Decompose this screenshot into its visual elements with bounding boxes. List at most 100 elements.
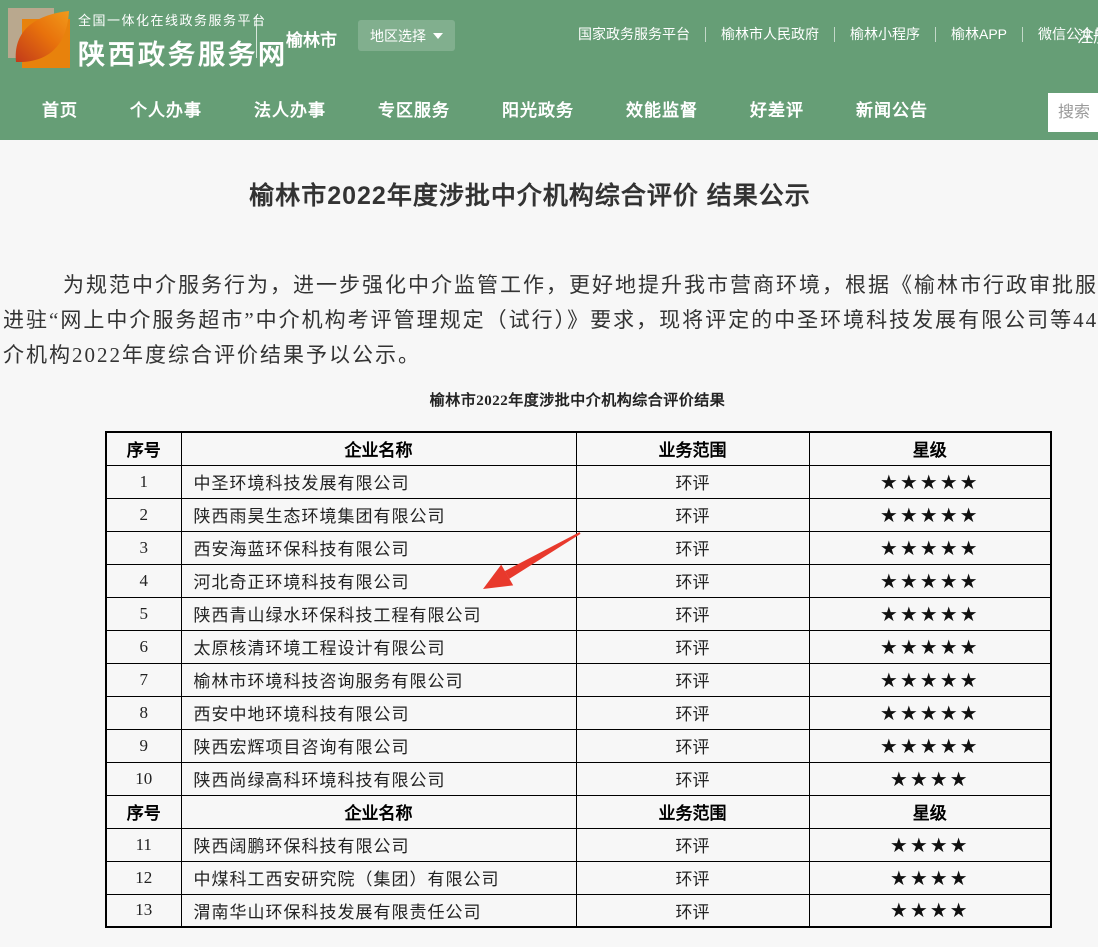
table-row: 11陕西阔鹏环保科技有限公司环评★★★★	[106, 828, 1051, 861]
cell-star-rating: ★★★★★	[809, 597, 1051, 630]
register-link[interactable]: 注册	[1077, 23, 1098, 47]
cell-company-name: 中圣环境科技发展有限公司	[181, 465, 576, 498]
column-header: 序号	[106, 795, 181, 828]
cell-star-rating: ★★★★★	[809, 696, 1051, 729]
table-row: 8西安中地环境科技有限公司环评★★★★★	[106, 696, 1051, 729]
search-input[interactable]	[1048, 93, 1098, 132]
cell-company-name: 陕西阔鹏环保科技有限公司	[181, 828, 576, 861]
region-selector-label: 地区选择	[370, 26, 426, 46]
cell-star-rating: ★★★★★	[809, 564, 1051, 597]
cell-index: 12	[106, 861, 181, 894]
main-nav: 首页 个人办事 法人办事 专区服务 阳光政务 效能监督 好差评 新闻公告	[42, 96, 928, 121]
cell-company-name: 陕西雨昊生态环境集团有限公司	[181, 498, 576, 531]
nav-legal-services[interactable]: 法人办事	[254, 96, 326, 121]
cell-index: 9	[106, 729, 181, 762]
cell-star-rating: ★★★★★	[809, 498, 1051, 531]
column-header: 业务范围	[576, 795, 809, 828]
cell-company-name: 河北奇正环境科技有限公司	[181, 564, 576, 597]
cell-star-rating: ★★★★★	[809, 531, 1051, 564]
table-row: 1中圣环境科技发展有限公司环评★★★★★	[106, 465, 1051, 498]
link-city-government[interactable]: 榆林市人民政府	[721, 24, 819, 44]
page-title: 榆林市2022年度涉批中介机构综合评价 结果公示	[0, 176, 1060, 212]
cell-business-scope: 环评	[576, 729, 809, 762]
brand-divider	[256, 16, 257, 58]
cell-star-rating: ★★★★★	[809, 630, 1051, 663]
cell-company-name: 榆林市环境科技咨询服务有限公司	[181, 663, 576, 696]
paragraph-line: 介机构2022年度综合评价结果予以公示。	[3, 338, 1098, 373]
cell-business-scope: 环评	[576, 663, 809, 696]
site-header: 全国一体化在线政务服务平台 陕西政务服务网 榆林市 地区选择 国家政务服务平台 …	[0, 0, 1098, 140]
results-table-body: 序号企业名称业务范围星级1中圣环境科技发展有限公司环评★★★★★2陕西雨昊生态环…	[106, 432, 1051, 927]
column-header: 星级	[809, 432, 1051, 465]
column-header: 星级	[809, 795, 1051, 828]
cell-index: 5	[106, 597, 181, 630]
link-separator	[1022, 27, 1023, 42]
table-row: 3西安海蓝环保科技有限公司环评★★★★★	[106, 531, 1051, 564]
cell-business-scope: 环评	[576, 861, 809, 894]
announcement-paragraph: 为规范中介服务行为，进一步强化中介监管工作，更好地提升我市营商环境，根据《榆林市…	[3, 268, 1098, 373]
nav-news[interactable]: 新闻公告	[856, 96, 928, 121]
column-header: 业务范围	[576, 432, 809, 465]
column-header: 序号	[106, 432, 181, 465]
nav-rating[interactable]: 好差评	[750, 96, 804, 121]
nav-efficiency-supervision[interactable]: 效能监督	[626, 96, 698, 121]
cell-index: 4	[106, 564, 181, 597]
nav-personal-services[interactable]: 个人办事	[130, 96, 202, 121]
cell-business-scope: 环评	[576, 696, 809, 729]
cell-company-name: 中煤科工西安研究院（集团）有限公司	[181, 861, 576, 894]
cell-star-rating: ★★★★★	[809, 663, 1051, 696]
column-header: 企业名称	[181, 432, 576, 465]
cell-star-rating: ★★★★	[809, 861, 1051, 894]
paragraph-line: 为规范中介服务行为，进一步强化中介监管工作，更好地提升我市营商环境，根据《榆林市…	[3, 268, 1098, 303]
results-table-wrapper: 序号企业名称业务范围星级1中圣环境科技发展有限公司环评★★★★★2陕西雨昊生态环…	[105, 431, 1052, 928]
link-app[interactable]: 榆林APP	[951, 24, 1007, 44]
cell-company-name: 渭南华山环保科技发展有限责任公司	[181, 894, 576, 927]
table-row: 5陕西青山绿水环保科技工程有限公司环评★★★★★	[106, 597, 1051, 630]
cell-star-rating: ★★★★	[809, 894, 1051, 927]
table-row: 7榆林市环境科技咨询服务有限公司环评★★★★★	[106, 663, 1051, 696]
table-header-row: 序号企业名称业务范围星级	[106, 432, 1051, 465]
cell-business-scope: 环评	[576, 465, 809, 498]
nav-zone-services[interactable]: 专区服务	[378, 96, 450, 121]
current-city[interactable]: 榆林市	[286, 26, 337, 51]
chevron-down-icon	[433, 33, 443, 39]
table-caption: 榆林市2022年度涉批中介机构综合评价结果	[105, 389, 1050, 410]
link-national-platform[interactable]: 国家政务服务平台	[578, 24, 690, 44]
link-mini-program[interactable]: 榆林小程序	[850, 24, 920, 44]
header-links: 国家政务服务平台 榆林市人民政府 榆林小程序 榆林APP 微信公众号	[578, 24, 1098, 44]
table-header-row: 序号企业名称业务范围星级	[106, 795, 1051, 828]
table-row: 9陕西宏辉项目咨询有限公司环评★★★★★	[106, 729, 1051, 762]
table-row: 12中煤科工西安研究院（集团）有限公司环评★★★★	[106, 861, 1051, 894]
cell-company-name: 西安海蓝环保科技有限公司	[181, 531, 576, 564]
cell-index: 11	[106, 828, 181, 861]
cell-company-name: 陕西青山绿水环保科技工程有限公司	[181, 597, 576, 630]
link-separator	[705, 27, 706, 42]
cell-business-scope: 环评	[576, 531, 809, 564]
cell-index: 8	[106, 696, 181, 729]
region-selector-button[interactable]: 地区选择	[358, 20, 455, 51]
cell-company-name: 陕西宏辉项目咨询有限公司	[181, 729, 576, 762]
cell-star-rating: ★★★★	[809, 762, 1051, 795]
cell-star-rating: ★★★★	[809, 828, 1051, 861]
cell-index: 6	[106, 630, 181, 663]
results-table: 序号企业名称业务范围星级1中圣环境科技发展有限公司环评★★★★★2陕西雨昊生态环…	[105, 431, 1052, 928]
cell-index: 13	[106, 894, 181, 927]
table-row: 2陕西雨昊生态环境集团有限公司环评★★★★★	[106, 498, 1051, 531]
cell-index: 7	[106, 663, 181, 696]
table-row: 10陕西尚绿高科环境科技有限公司环评★★★★	[106, 762, 1051, 795]
cell-business-scope: 环评	[576, 762, 809, 795]
cell-star-rating: ★★★★★	[809, 729, 1051, 762]
table-row: 4河北奇正环境科技有限公司环评★★★★★	[106, 564, 1051, 597]
cell-index: 3	[106, 531, 181, 564]
link-separator	[834, 27, 835, 42]
site-logo-icon	[8, 6, 70, 68]
table-row: 6太原核清环境工程设计有限公司环评★★★★★	[106, 630, 1051, 663]
cell-index: 2	[106, 498, 181, 531]
cell-company-name: 太原核清环境工程设计有限公司	[181, 630, 576, 663]
paragraph-line: 进驻“网上中介服务超市”中介机构考评管理规定（试行）》要求，现将评定的中圣环境科…	[3, 303, 1098, 338]
cell-company-name: 陕西尚绿高科环境科技有限公司	[181, 762, 576, 795]
nav-open-government[interactable]: 阳光政务	[502, 96, 574, 121]
cell-index: 1	[106, 465, 181, 498]
cell-business-scope: 环评	[576, 564, 809, 597]
nav-home[interactable]: 首页	[42, 96, 78, 121]
